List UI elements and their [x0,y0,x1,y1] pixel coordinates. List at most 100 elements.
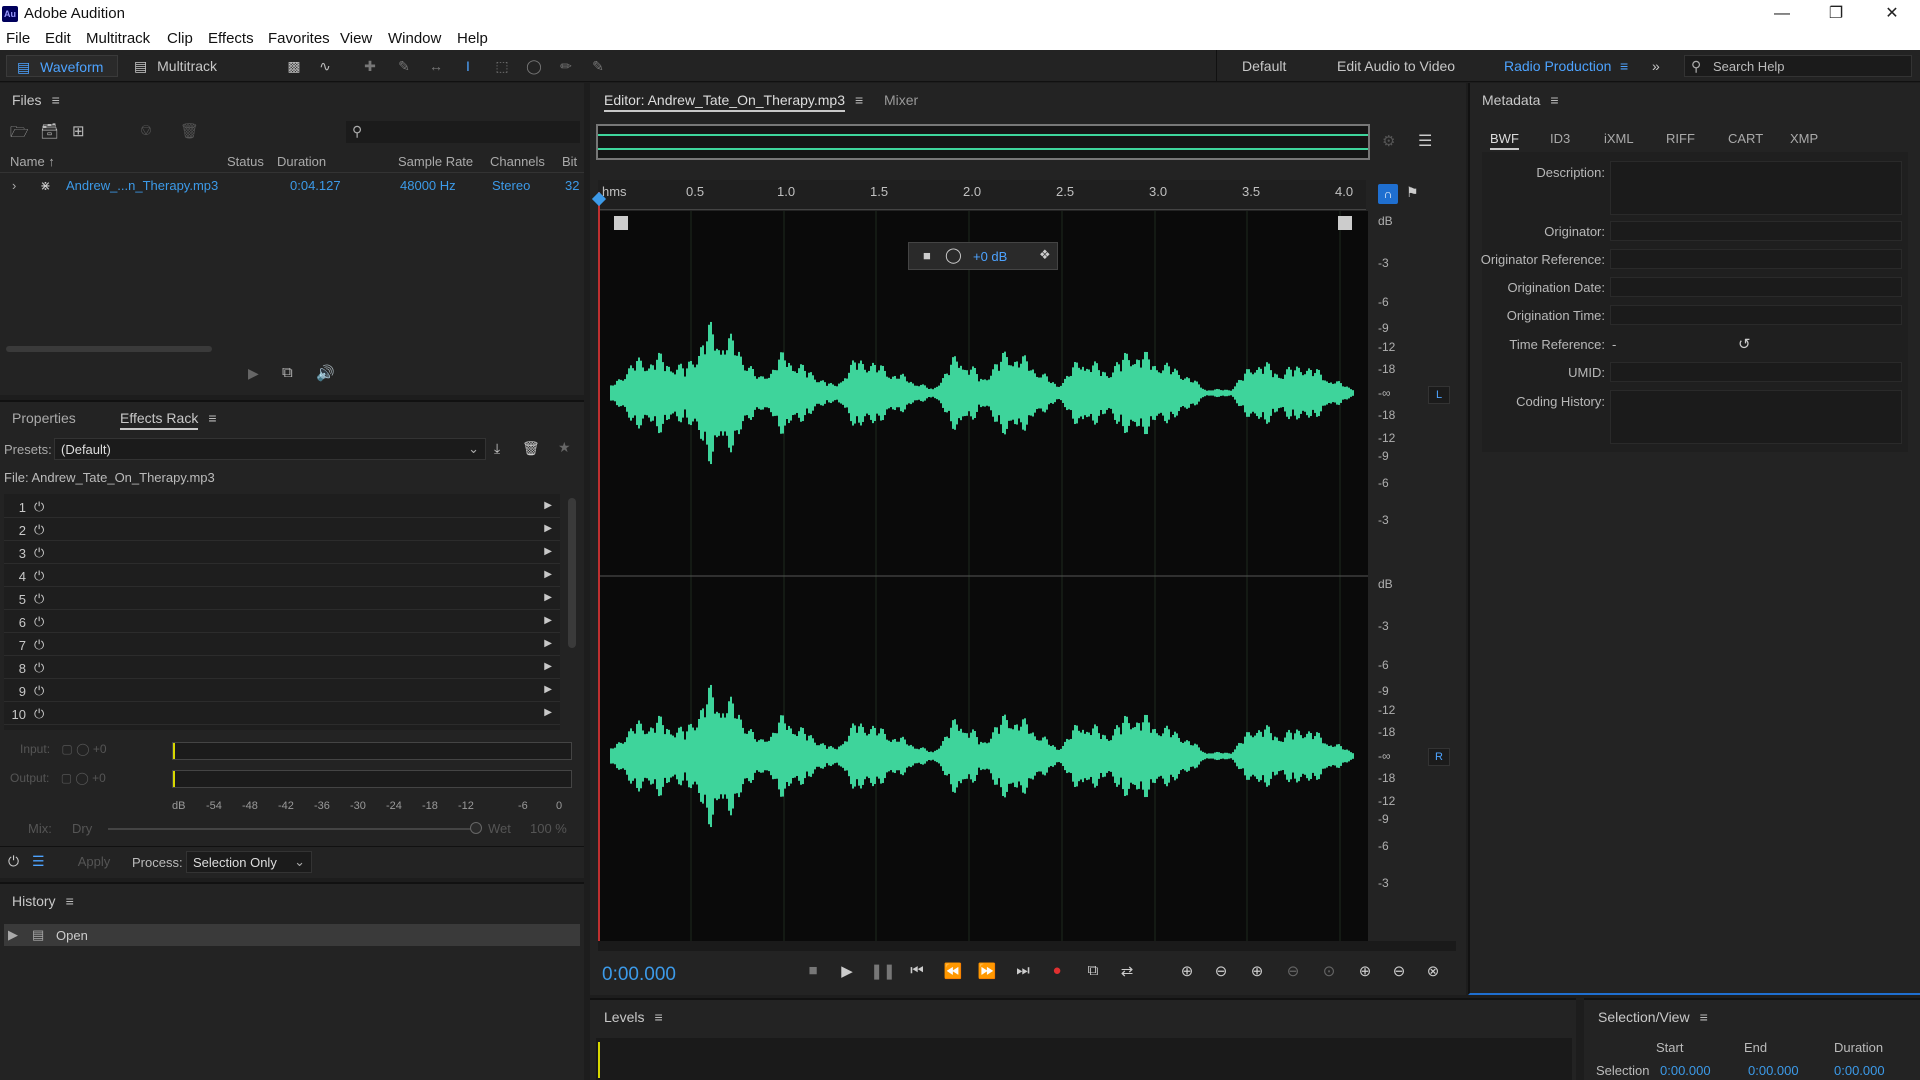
vertical-scrollbar[interactable] [568,498,576,648]
close-icon[interactable]: ✕ [1872,3,1912,25]
menu-edit[interactable]: Edit [45,30,71,47]
trash-icon[interactable]: 🗑 [180,122,199,140]
minimize-icon[interactable]: — [1762,3,1802,25]
apply-button[interactable]: Apply [62,851,126,873]
rewind-icon[interactable]: ⏪ [940,962,966,980]
zoom-out-full-icon[interactable]: ⊗ [1420,962,1446,980]
effect-slot[interactable]: 8 ⏻ ▶ [4,657,560,679]
zoom-icon[interactable]: ⚙ [1382,132,1395,150]
menu-effects[interactable]: Effects [208,30,254,47]
effect-slot[interactable]: 10 ⏻ ▶ [4,703,560,725]
autoplay-icon[interactable]: 🔊 [316,364,335,382]
more-workspaces-icon[interactable]: » [1652,55,1660,77]
umid-field[interactable] [1610,362,1902,382]
originator-reference-field[interactable] [1610,249,1902,269]
mixer-tab[interactable]: Mixer [884,92,918,108]
process-select[interactable]: Selection Only ⌄ [186,851,312,873]
panel-menu-icon[interactable]: ≡ [654,1009,662,1025]
tab-effects-rack[interactable]: Effects Rack ≡ [120,410,217,430]
save-preset-icon[interactable]: ⤓ [494,440,500,457]
tab-ixml[interactable]: iXML [1604,131,1634,146]
snap-magnet-icon[interactable]: ∩ [1378,184,1398,204]
workspace-default[interactable]: Default [1242,55,1286,77]
col-sample-rate[interactable]: Sample Rate [398,154,473,169]
restore-icon[interactable]: ❐ [1816,3,1856,25]
reset-icon[interactable]: ↺ [1738,335,1751,353]
spectral-frequency-icon[interactable]: ▩ [284,56,304,76]
zoom-selection-icon[interactable]: ⊙ [1316,962,1342,980]
workspace-radio-production[interactable]: Radio Production [1504,55,1611,77]
open-file-icon[interactable]: 🗁 [10,122,29,147]
brush-tool-icon[interactable]: ✏ [556,56,576,76]
mix-slider[interactable] [108,828,476,830]
tab-bwf[interactable]: BWF [1490,131,1519,150]
channel-right-button[interactable]: R [1428,748,1450,766]
search-help-field[interactable]: ⚲ Search Help [1684,55,1912,77]
waveform-button[interactable]: ▤ Waveform [6,55,118,77]
spectral-pitch-icon[interactable]: ∿ [315,56,335,76]
fade-in-handle-icon[interactable] [614,216,628,230]
insert-icon[interactable]: ⎊ [140,122,152,139]
tab-cart[interactable]: CART [1728,131,1763,146]
panel-menu-icon[interactable]: ≡ [208,410,216,426]
origination-time-field[interactable] [1610,305,1902,325]
play-icon[interactable]: ▶ [834,962,860,980]
favorite-star-icon[interactable]: ★ [558,439,571,456]
time-display[interactable]: 0:00.000 [602,964,676,986]
import-file-icon[interactable]: 🗃 [40,122,59,140]
new-file-icon[interactable]: ⊞ [72,122,85,140]
effect-slot[interactable]: 3 ⏻ ▶ [4,542,560,564]
col-bit[interactable]: Bit [562,154,577,169]
menu-favorites[interactable]: Favorites [268,30,330,47]
effect-slot[interactable]: 6 ⏻ ▶ [4,611,560,633]
description-field[interactable] [1610,161,1902,215]
spot-healing-tool-icon[interactable]: ✎ [588,56,608,76]
panel-menu-icon[interactable]: ≡ [66,893,74,909]
record-icon[interactable]: ● [1044,962,1070,979]
panel-menu-icon[interactable]: ≡ [52,92,60,108]
slip-tool-icon[interactable]: ↔ [426,56,446,76]
file-row[interactable]: › ⋇ Andrew_...n_Therapy.mp3 0:04.127 480… [0,175,584,197]
tab-xmp[interactable]: XMP [1790,131,1818,146]
mix-slider-handle[interactable] [470,822,482,834]
fade-out-handle-icon[interactable] [1338,216,1352,230]
history-item[interactable]: ▶ ▤ Open [4,924,580,946]
panel-menu-icon[interactable]: ≡ [1700,1009,1708,1025]
tab-properties[interactable]: Properties [12,410,76,426]
panel-menu-icon[interactable]: ≡ [1550,92,1558,108]
play-icon[interactable]: ▶ [248,365,259,382]
loop-playback-icon[interactable]: ⧉ [1080,962,1106,979]
skip-to-start-icon[interactable]: ⏮ [904,962,930,979]
col-status[interactable]: Status [227,154,264,169]
editor-tab[interactable]: Editor: Andrew_Tate_On_Therapy.mp3 ≡ [604,92,863,112]
effect-slot[interactable]: 1 ⏻ ▶ [4,496,560,518]
master-power-icon[interactable]: ⏻ [8,853,19,870]
col-channels[interactable]: Channels [490,154,545,169]
stop-icon[interactable]: ■ [800,962,826,979]
horizontal-scrollbar[interactable] [6,346,212,352]
multitrack-button[interactable]: ▤ Multitrack [128,55,238,77]
presets-select[interactable]: (Default) ⌄ [54,438,486,460]
move-tool-icon[interactable]: ✚ [360,56,380,76]
zoom-out-time-icon[interactable]: ⊖ [1280,962,1306,980]
skip-to-end-icon[interactable]: ⏭ [1010,962,1036,979]
col-name[interactable]: Name ↑ [10,154,55,169]
workspace-menu-icon[interactable]: ≡ [1620,55,1628,77]
loop-icon[interactable]: ⧉ [282,364,293,381]
hud-gain-control[interactable]: ■ ◯ +0 dB ❖ [908,242,1058,270]
channel-left-button[interactable]: L [1428,386,1450,404]
panel-menu-icon[interactable]: ≡ [855,92,863,108]
zoom-out-point-icon[interactable]: ⊖ [1386,962,1412,980]
lasso-tool-icon[interactable]: ◯ [524,56,544,76]
razor-tool-icon[interactable]: ✎ [394,56,414,76]
skip-selection-icon[interactable]: ⇄ [1114,962,1140,980]
effect-slot[interactable]: 2 ⏻ ▶ [4,519,560,541]
editor-horizontal-scrollbar[interactable] [598,941,1456,951]
zoom-out-amplitude-icon[interactable]: ⊖ [1208,962,1234,980]
zoom-in-point-icon[interactable]: ⊕ [1352,962,1378,980]
menu-multitrack[interactable]: Multitrack [86,30,150,47]
waveform-area[interactable] [598,211,1368,941]
tab-id3[interactable]: ID3 [1550,131,1570,146]
pause-icon[interactable]: ❚❚ [870,962,896,980]
col-duration[interactable]: Duration [277,154,326,169]
